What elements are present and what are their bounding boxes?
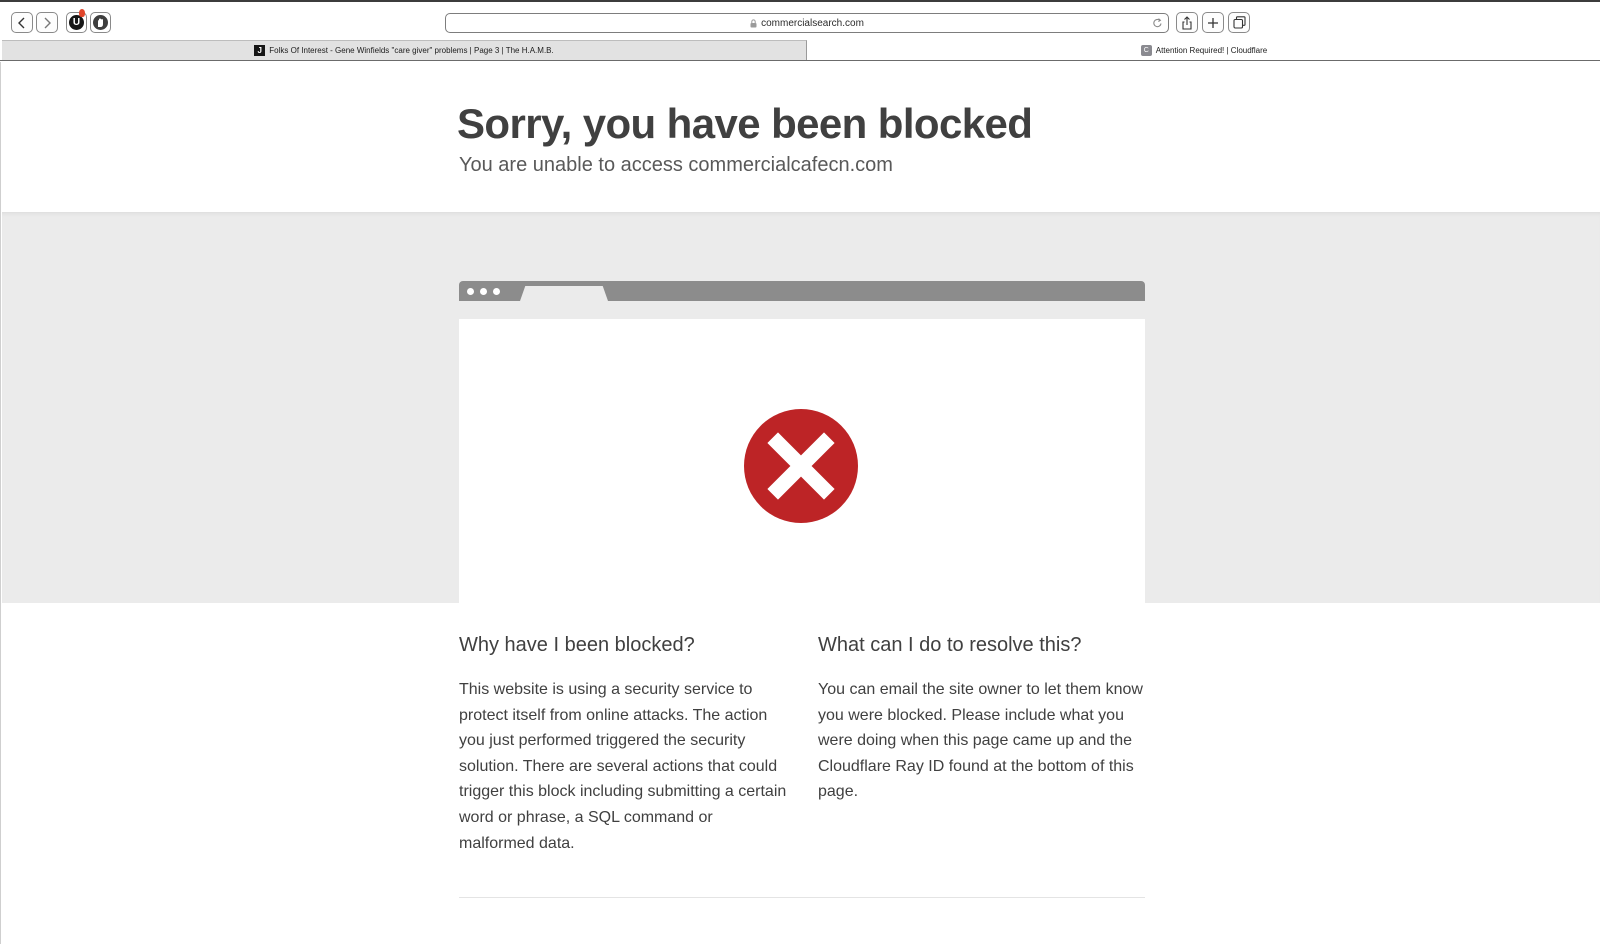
why-blocked-section: Why have I been blocked? This website is…	[459, 634, 789, 856]
page-title: Sorry, you have been blocked	[457, 100, 1033, 147]
address-bar[interactable]: commercialsearch.com	[445, 13, 1169, 33]
browser-toolbar: U commercialsearch.com	[0, 0, 1600, 40]
window-dot	[467, 288, 474, 295]
ublock-extension-button[interactable]: U	[66, 9, 87, 33]
url-text: commercialsearch.com	[761, 17, 864, 29]
error-x-icon	[744, 409, 858, 523]
footer-divider	[459, 897, 1145, 898]
adblock-extension-button[interactable]	[90, 12, 111, 33]
badge-dot	[79, 9, 85, 17]
resolve-heading: What can I do to resolve this?	[818, 634, 1082, 656]
tab-cloudflare[interactable]: C Attention Required! | Cloudflare	[808, 40, 1600, 60]
hamb-favicon-icon: J	[254, 45, 266, 56]
browser-illustration-bar	[459, 281, 1145, 301]
forward-arrow-icon	[44, 17, 51, 28]
window-dot	[480, 288, 487, 295]
window-dot	[493, 288, 500, 295]
adblock-hand-icon	[93, 15, 108, 30]
resolve-section: What can I do to resolve this? You can e…	[818, 634, 1148, 805]
tab-label: Folks Of Interest - Gene Winfields "care…	[269, 46, 554, 55]
share-button[interactable]	[1176, 12, 1198, 33]
why-blocked-heading: Why have I been blocked?	[459, 634, 695, 656]
back-button[interactable]	[11, 12, 33, 33]
window-tab-shape	[520, 286, 608, 301]
why-blocked-text: This website is using a security service…	[459, 681, 787, 852]
reload-icon[interactable]	[1152, 17, 1163, 29]
cloudflare-favicon-icon: C	[1140, 44, 1152, 56]
ublock-origin-icon: U	[69, 15, 84, 30]
new-tab-button[interactable]	[1202, 12, 1224, 33]
share-icon	[1182, 15, 1192, 30]
tab-hamb[interactable]: J Folks Of Interest - Gene Winfields "ca…	[2, 40, 807, 60]
back-arrow-icon	[18, 17, 25, 28]
tab-bar: J Folks Of Interest - Gene Winfields "ca…	[0, 40, 1600, 61]
tab-overview-icon	[1232, 16, 1246, 29]
new-tab-plus-icon	[1208, 17, 1218, 28]
tab-label: Attention Required! | Cloudflare	[1155, 45, 1268, 55]
forward-button[interactable]	[36, 12, 58, 33]
tab-overview-button[interactable]	[1228, 12, 1250, 33]
resolve-text: You can email the site owner to let them…	[818, 681, 1143, 801]
page-subtitle: You are unable to access commercialcafec…	[459, 154, 893, 176]
lock-icon	[750, 18, 757, 27]
